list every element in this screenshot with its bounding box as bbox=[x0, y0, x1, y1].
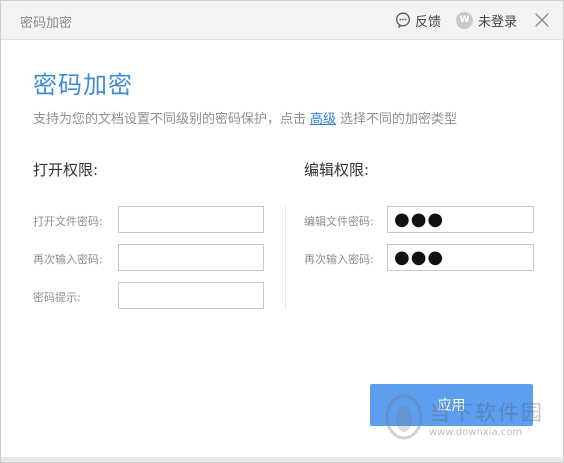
edit-password-label: 编辑文件密码: bbox=[304, 215, 374, 228]
bottom-edge bbox=[1, 457, 563, 462]
avatar-icon: W bbox=[456, 11, 473, 29]
open-password-confirm-label: 再次输入密码: bbox=[33, 253, 103, 266]
password-hint-label: 密码提示: bbox=[33, 291, 81, 304]
section-divider bbox=[285, 206, 286, 309]
edit-password-input[interactable] bbox=[387, 206, 534, 233]
dialog-heading: 密码加密 bbox=[33, 71, 133, 99]
title-bar: 密码加密 反馈 W 未登录 bbox=[1, 1, 563, 40]
password-hint-input[interactable] bbox=[118, 282, 264, 309]
subtitle-text-before: 支持为您的文档设置不同级别的密码保护，点击 bbox=[33, 112, 307, 127]
open-password-confirm-input[interactable] bbox=[118, 244, 264, 271]
edit-password-confirm-label: 再次输入密码: bbox=[304, 253, 374, 266]
advanced-link[interactable]: 高级 bbox=[310, 112, 336, 127]
edit-password-confirm-input[interactable] bbox=[387, 244, 534, 271]
feedback-button[interactable]: 反馈 bbox=[395, 10, 441, 30]
window-title: 密码加密 bbox=[20, 16, 73, 31]
open-permission-title: 打开权限: bbox=[33, 161, 99, 179]
apply-button[interactable]: 应用 bbox=[370, 384, 533, 426]
subtitle-text-after: 选择不同的加密类型 bbox=[340, 112, 458, 127]
speech-bubble-icon bbox=[396, 12, 410, 28]
encrypt-dialog: 密码加密 反馈 W 未登录 密码加密 支持为您的文档设置不同级别的密码保护，点击… bbox=[0, 0, 564, 463]
edit-permission-title: 编辑权限: bbox=[304, 161, 370, 179]
account-label: 未登录 bbox=[478, 14, 518, 30]
close-icon bbox=[535, 13, 549, 27]
feedback-label: 反馈 bbox=[415, 14, 442, 30]
account-button[interactable]: W 未登录 bbox=[456, 10, 517, 30]
close-button[interactable] bbox=[534, 12, 550, 28]
dialog-subtitle: 支持为您的文档设置不同级别的密码保护，点击 高级 选择不同的加密类型 bbox=[33, 108, 457, 127]
watermark-url: www.downxia.com bbox=[429, 427, 523, 438]
open-password-input[interactable] bbox=[118, 206, 264, 233]
open-password-label: 打开文件密码: bbox=[33, 215, 103, 228]
